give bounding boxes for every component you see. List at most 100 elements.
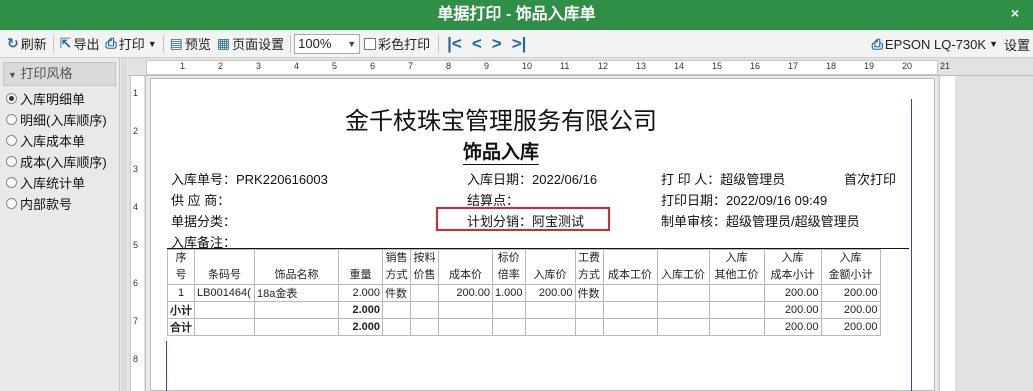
style-option[interactable]: 入库明细单 [0, 88, 119, 109]
column-header [194, 249, 255, 267]
separator [162, 34, 164, 53]
print-button[interactable]: ⎙ 打印 ▼ [103, 33, 160, 55]
first-print-field: 首次打印 [844, 172, 897, 187]
column-header [602, 249, 658, 267]
print-preview-page: 金千枝珠宝管理服务有限公司 饰品入库 入库单号：PRK220616003 入库日… [150, 78, 935, 391]
table-cell: 200.00 [763, 318, 822, 336]
table-cell [602, 318, 658, 336]
style-option[interactable]: 入库统计单 [0, 172, 119, 193]
column-header [254, 249, 339, 267]
ruler-number: 21 [940, 61, 951, 71]
printer-area: ⎙ EPSON LQ-730K ▼ 设置 [864, 30, 1033, 57]
table-cell: 200.00 [438, 284, 493, 302]
print-style-panel: ▼ 打印风格 入库明细单 明细(入库顺序) 入库成本单 成本(入库顺序) 入库统… [0, 58, 120, 391]
ruler-vertical: 1 2 3 4 5 6 7 8 [128, 76, 146, 391]
style-option-label: 成本(入库顺序) [20, 155, 107, 170]
radio-icon [6, 114, 17, 125]
ruler-number: 4 [133, 202, 139, 212]
ruler-number: 16 [750, 61, 761, 71]
margin-line [911, 99, 912, 391]
column-header: 价售 [410, 267, 439, 285]
style-option-label: 入库成本单 [20, 134, 86, 149]
style-option-label: 入库统计单 [20, 176, 86, 191]
ruler-number: 3 [133, 164, 139, 174]
column-header: 成本工价 [602, 267, 658, 285]
column-header: 号 [167, 267, 195, 285]
column-header: 其他工价 [708, 267, 765, 285]
table-row: 合计 2.000 200.00 200.00 [167, 318, 881, 336]
supplier-field: 供 应 商： [171, 193, 231, 208]
zoom-select[interactable]: 100% ▼ [294, 33, 361, 54]
table-cell: LB001464( [194, 284, 255, 302]
table-cell [656, 318, 710, 336]
style-option[interactable]: 明细(入库顺序) [0, 109, 119, 130]
last-page-icon[interactable]: >| [512, 34, 527, 54]
table-cell: 小计 [167, 301, 195, 319]
column-header: 入库工价 [656, 267, 710, 285]
refresh-label: 刷新 [20, 37, 47, 52]
table-cell: 200.00 [820, 318, 881, 336]
column-header [338, 249, 383, 267]
column-header: 重量 [338, 267, 383, 285]
radio-icon [6, 93, 17, 104]
ruler-number: 5 [133, 240, 139, 250]
ruler-number: 17 [788, 61, 799, 71]
column-header [524, 249, 576, 267]
ruler-number: 7 [408, 61, 414, 71]
ruler-number: 4 [294, 61, 300, 71]
settings-button[interactable]: 设置 [1001, 33, 1033, 55]
export-button[interactable]: ⇱ 导出 [57, 33, 103, 55]
style-option[interactable]: 内部款号 [0, 193, 119, 214]
ruler-number: 15 [712, 61, 723, 71]
column-header: 条码号 [194, 267, 255, 285]
document-title-text: 饰品入库 [462, 141, 539, 165]
table-row: 小计 2.000 200.00 200.00 [167, 301, 881, 319]
table-cell [254, 318, 339, 336]
ruler-number: 6 [133, 278, 139, 288]
order-no-field: 入库单号：PRK220616003 [171, 172, 328, 187]
close-icon[interactable]: × [1005, 3, 1025, 23]
first-page-icon[interactable]: |< [447, 34, 462, 54]
print-style-header[interactable]: ▼ 打印风格 [3, 62, 116, 86]
style-option-label: 入库明细单 [20, 92, 86, 107]
separator [52, 34, 54, 53]
separator [438, 34, 440, 53]
table-row: 1 LB001464(18a金表 2.000 件数 200.00 1.000 200.00 件… [167, 284, 881, 302]
style-option[interactable]: 成本(入库顺序) [0, 151, 119, 172]
column-header: 标价 [492, 249, 526, 267]
printer-select[interactable]: ⎙ EPSON LQ-730K ▼ [869, 33, 1001, 55]
column-header: 序 [167, 249, 195, 267]
export-label: 导出 [73, 37, 100, 52]
print-date-field: 打印日期：2022/09/16 09:49 [661, 193, 828, 208]
table-cell: 200.00 [820, 301, 881, 319]
category-field: 单据分类： [171, 214, 237, 229]
refresh-button[interactable]: ↻ 刷新 [4, 33, 50, 55]
ruler-number: 3 [256, 61, 262, 71]
color-print-checkbox[interactable] [364, 37, 377, 50]
ruler-number: 12 [598, 61, 609, 71]
ruler-number: 18 [826, 61, 837, 71]
column-header: 入库 [820, 249, 881, 267]
next-page-icon[interactable]: > [492, 34, 502, 54]
separator [290, 34, 292, 53]
print-style-title: 打印风格 [20, 66, 73, 81]
ruler-paper [130, 76, 144, 391]
ruler-number: 14 [674, 61, 685, 71]
table-cell [708, 318, 765, 336]
style-option[interactable]: 入库成本单 [0, 130, 119, 151]
column-header: 金额小计 [820, 267, 881, 285]
table-cell [438, 301, 493, 319]
preview-button[interactable]: ▤ 预览 [167, 33, 214, 55]
table-cell: 18a金表 [254, 284, 339, 302]
table-cell [194, 318, 255, 336]
ruler-number: 19 [864, 61, 875, 71]
prev-page-icon[interactable]: < [472, 34, 482, 54]
items-table: 序销售 按料 标价 工费 入库 入库 入库 号条码号 饰品名称 重量 方式 价售 成本价 倍率 入库价 方式… [167, 249, 881, 336]
page-setup-button[interactable]: ▦ 页面设置 [214, 33, 287, 55]
splitter[interactable] [121, 58, 127, 391]
style-option-label: 内部款号 [20, 197, 73, 212]
column-header: 饰品名称 [254, 267, 339, 285]
table-cell [656, 301, 710, 319]
column-header: 方式 [574, 267, 604, 285]
column-header: 倍率 [492, 267, 526, 285]
